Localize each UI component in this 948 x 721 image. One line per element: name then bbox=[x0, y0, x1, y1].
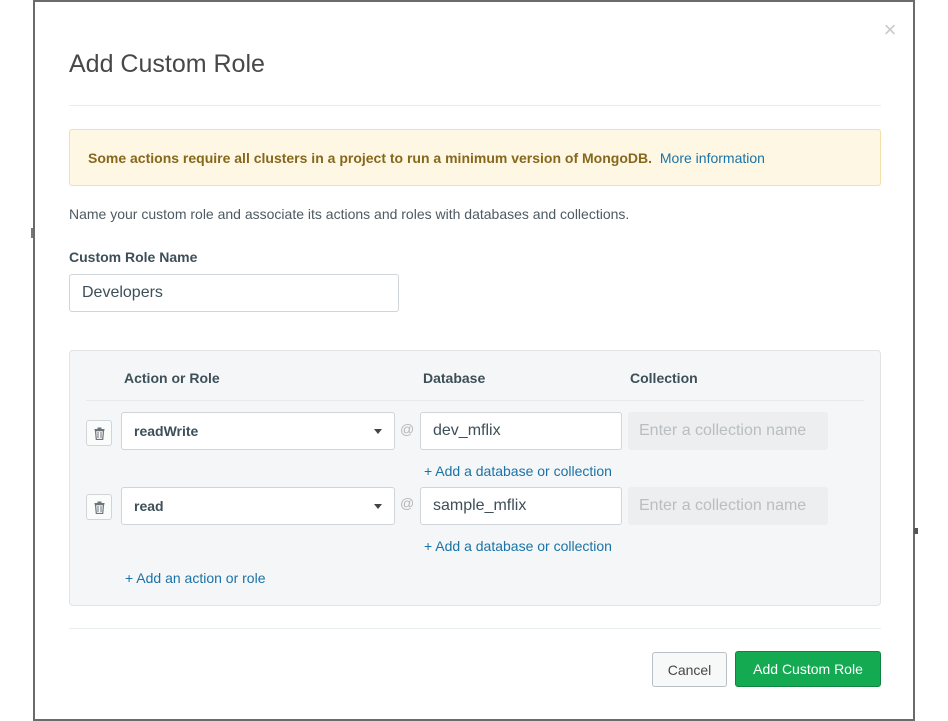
header-divider bbox=[69, 105, 881, 106]
close-icon[interactable]: × bbox=[880, 19, 900, 41]
collection-input[interactable] bbox=[628, 487, 828, 525]
add-action-or-role-link[interactable]: + Add an action or role bbox=[125, 570, 266, 586]
footer-divider bbox=[69, 628, 881, 629]
delete-row-button[interactable] bbox=[86, 494, 112, 520]
chevron-down-icon bbox=[374, 428, 382, 434]
add-custom-role-dialog: × Add Custom Role Some actions require a… bbox=[33, 0, 915, 721]
action-role-value: read bbox=[134, 498, 164, 514]
panel-header-divider bbox=[86, 400, 864, 401]
trash-icon bbox=[94, 427, 104, 440]
database-input[interactable] bbox=[420, 487, 622, 525]
privileges-panel: Action or Role Database Collection readW… bbox=[69, 350, 881, 606]
background-edge-mark bbox=[914, 528, 918, 534]
action-role-value: readWrite bbox=[134, 423, 199, 439]
action-or-role-header: Action or Role bbox=[124, 370, 220, 386]
collection-header: Collection bbox=[630, 370, 698, 386]
add-database-or-collection-link[interactable]: + Add a database or collection bbox=[424, 538, 612, 554]
chevron-down-icon bbox=[374, 503, 382, 509]
intro-text: Name your custom role and associate its … bbox=[69, 206, 630, 222]
action-role-select[interactable]: readWrite bbox=[121, 412, 395, 450]
warning-banner: Some actions require all clusters in a p… bbox=[69, 129, 881, 186]
add-database-or-collection-link[interactable]: + Add a database or collection bbox=[424, 463, 612, 479]
trash-icon bbox=[94, 501, 104, 514]
custom-role-name-label: Custom Role Name bbox=[69, 249, 198, 265]
action-role-select[interactable]: read bbox=[121, 487, 395, 525]
delete-row-button[interactable] bbox=[86, 420, 112, 446]
custom-role-name-input[interactable] bbox=[69, 274, 399, 312]
database-input[interactable] bbox=[420, 412, 622, 450]
collection-input[interactable] bbox=[628, 412, 828, 450]
at-symbol: @ bbox=[400, 421, 415, 437]
banner-message: Some actions require all clusters in a p… bbox=[88, 150, 652, 166]
more-information-link[interactable]: More information bbox=[660, 150, 765, 166]
add-custom-role-button[interactable]: Add Custom Role bbox=[735, 651, 881, 687]
database-header: Database bbox=[423, 370, 486, 386]
at-symbol: @ bbox=[400, 495, 415, 511]
dialog-title: Add Custom Role bbox=[69, 50, 265, 78]
cancel-button[interactable]: Cancel bbox=[652, 652, 727, 687]
